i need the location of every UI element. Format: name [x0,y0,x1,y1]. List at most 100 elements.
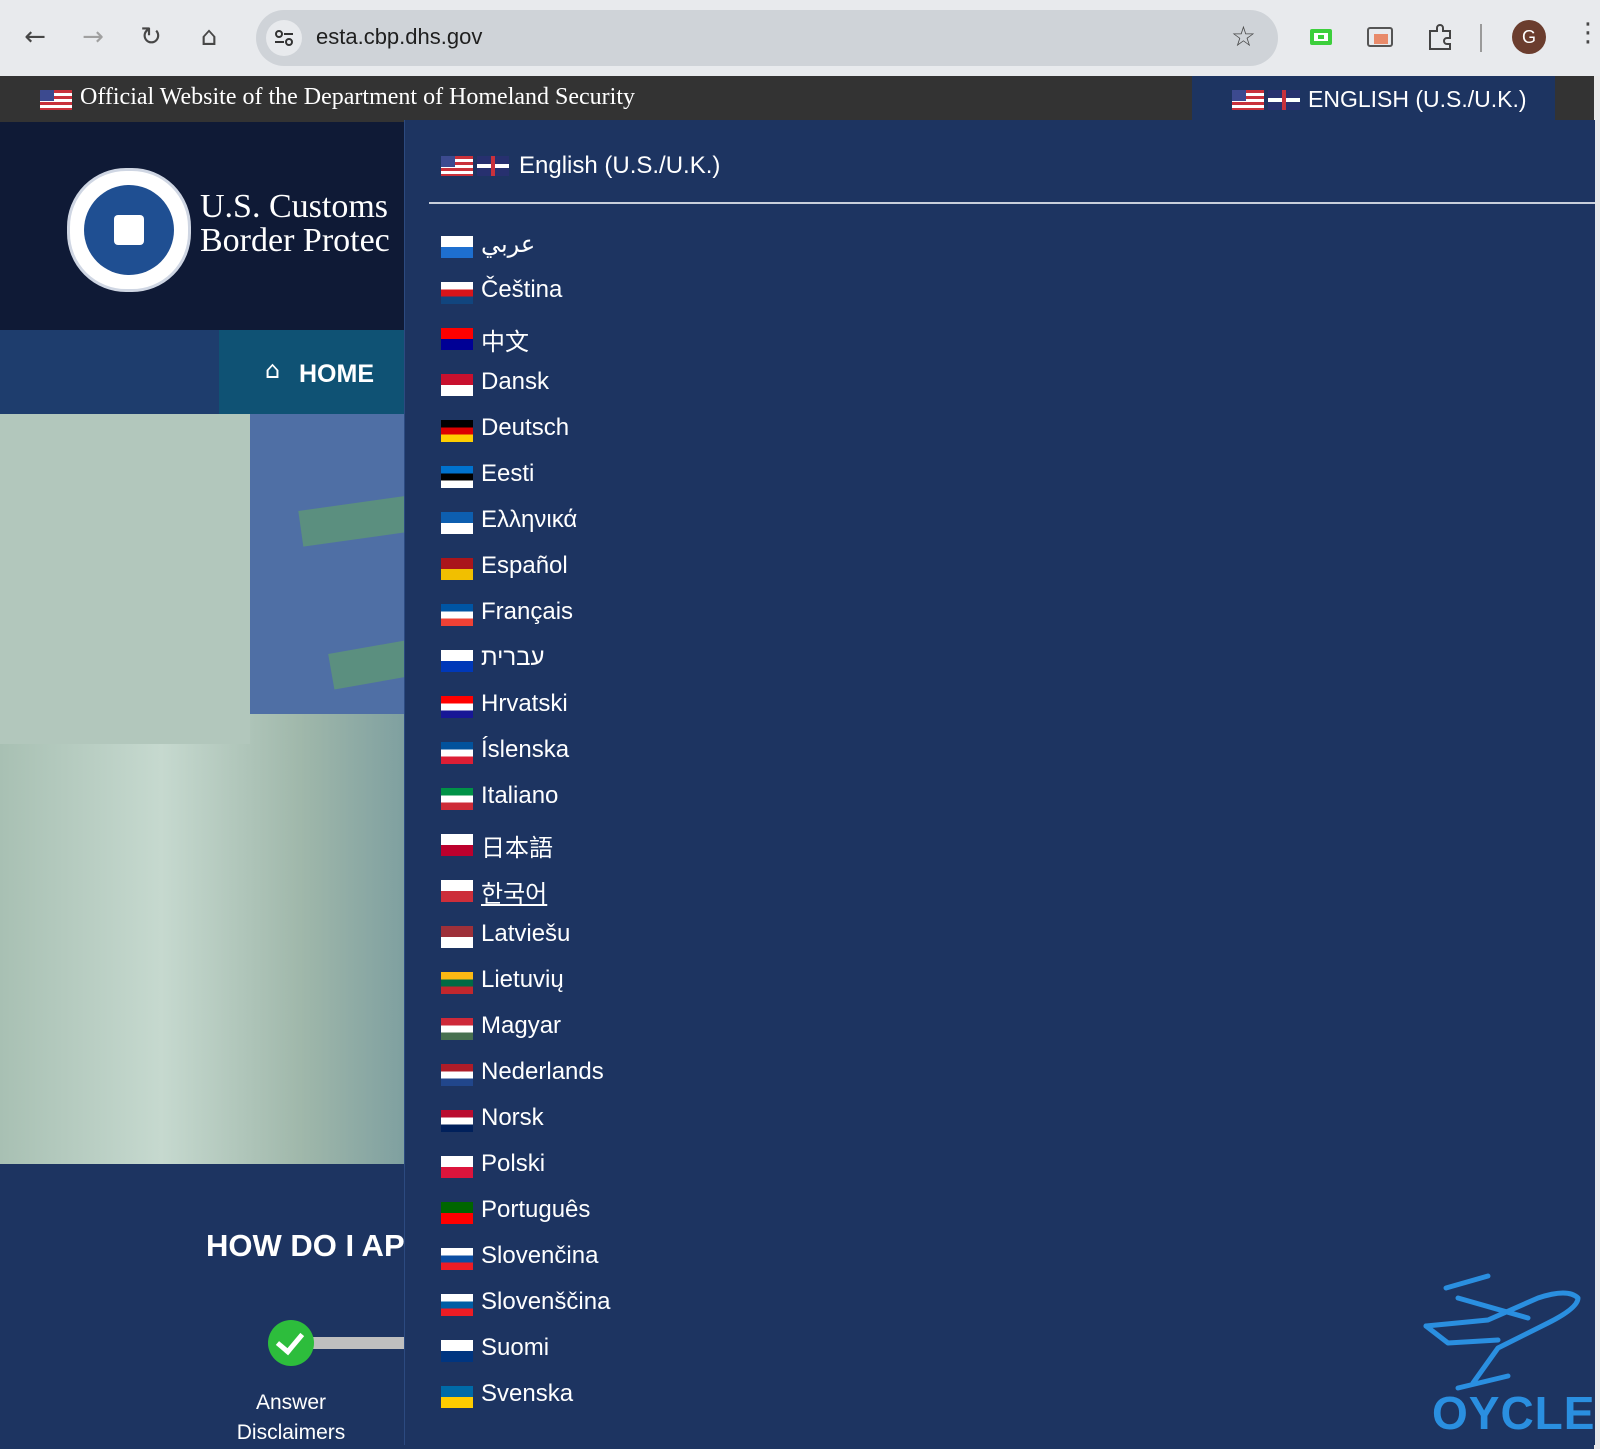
language-option-label[interactable]: Deutsch [481,414,569,442]
language-option[interactable]: Eesti [441,458,841,498]
us-flag-icon [441,156,473,176]
country-flag-icon [441,926,473,948]
back-icon[interactable]: ← [18,20,52,54]
country-flag-icon [441,328,473,350]
bookmark-star-icon[interactable]: ☆ [1231,20,1256,53]
address-bar[interactable]: esta.cbp.dhs.gov ☆ [256,10,1278,66]
language-option[interactable]: Suomi [441,1332,841,1372]
language-option[interactable]: Magyar [441,1010,841,1050]
dhs-seal-logo[interactable] [67,168,191,292]
language-option[interactable]: Latviešu [441,918,841,958]
language-option-label[interactable]: Français [481,598,573,626]
country-flag-icon [441,420,473,442]
statue-of-liberty-hero-image [0,414,502,1164]
language-option-label[interactable]: Slovenčina [481,1242,598,1270]
language-option[interactable]: Português [441,1194,841,1234]
home-icon[interactable]: ⌂ [192,20,226,54]
dropdown-divider [429,202,1595,204]
language-option[interactable]: 中文 [441,320,841,360]
language-option[interactable]: Deutsch [441,412,841,452]
step-answer-disclaimers[interactable]: Answer Disclaimers [218,1388,364,1448]
profile-avatar[interactable]: G [1512,20,1546,54]
language-option[interactable]: Slovenčina [441,1240,841,1280]
nav-home-tab[interactable]: ⌂ HOME [219,330,404,414]
language-option[interactable]: 한국어 [441,872,841,912]
language-option[interactable]: Español [441,550,841,590]
language-option-label[interactable]: عربي [481,230,535,259]
language-option-label[interactable]: Ελληνικά [481,506,577,534]
language-option[interactable]: Dansk [441,366,841,406]
toolbar-divider [1480,24,1482,52]
language-option-label[interactable]: Eesti [481,460,534,488]
puzzle-icon[interactable] [1425,22,1455,52]
language-option-label[interactable]: עברית [481,644,544,672]
language-option-label[interactable]: 한국어 [481,874,547,909]
language-option-label[interactable]: Nederlands [481,1058,604,1086]
language-option-label[interactable]: 日本語 [481,828,553,863]
language-option-label[interactable]: Español [481,552,568,580]
country-flag-icon [441,236,473,258]
country-flag-icon [441,788,473,810]
uk-flag-icon [1268,90,1300,110]
country-flag-icon [441,1156,473,1178]
current-language-label[interactable]: English (U.S./U.K.) [519,152,720,180]
language-option-label[interactable]: Português [481,1196,590,1224]
language-option[interactable]: Svenska [441,1378,841,1418]
us-flag-icon [1232,90,1264,110]
country-flag-icon [441,374,473,396]
agency-name[interactable]: U.S. Customs Border Protec [200,190,390,258]
language-toggle-button[interactable]: ENGLISH (U.S./U.K.) [1192,76,1555,122]
language-option[interactable]: Italiano [441,780,841,820]
country-flag-icon [441,466,473,488]
extension-icon[interactable] [1306,22,1336,52]
cast-icon[interactable] [1365,22,1395,52]
reload-icon[interactable]: ↻ [134,20,168,54]
language-option[interactable]: Polski [441,1148,841,1188]
language-option[interactable]: Slovenščina [441,1286,841,1326]
language-toggle-label[interactable]: ENGLISH (U.S./U.K.) [1308,86,1527,113]
language-option[interactable]: Íslenska [441,734,841,774]
language-option-label[interactable]: Norsk [481,1104,544,1132]
language-option[interactable]: Français [441,596,841,636]
country-flag-icon [441,1018,473,1040]
language-option-label[interactable]: Lietuvių [481,966,564,994]
language-option[interactable]: 日本語 [441,826,841,866]
language-option[interactable]: عربي [441,228,841,268]
nav-home-label[interactable]: HOME [299,360,374,389]
hero-statue-arm [0,414,250,744]
country-flag-icon [441,1064,473,1086]
step-complete-check-icon [268,1320,314,1366]
uk-flag-icon [477,156,509,176]
site-settings-icon[interactable] [266,20,302,56]
language-option[interactable]: Norsk [441,1102,841,1142]
language-option-label[interactable]: 中文 [481,322,529,357]
country-flag-icon [441,1340,473,1362]
country-flag-icon [441,1248,473,1270]
us-flag-icon [40,90,72,110]
language-option-label[interactable]: Magyar [481,1012,561,1040]
country-flag-icon [441,512,473,534]
language-option[interactable]: Lietuvių [441,964,841,1004]
language-option-label[interactable]: Slovenščina [481,1288,610,1316]
language-option-label[interactable]: Hrvatski [481,690,568,718]
language-option-label[interactable]: Suomi [481,1334,549,1362]
kebab-icon[interactable]: ⋮ [1575,18,1600,48]
language-option[interactable]: Čeština [441,274,841,314]
forward-icon[interactable]: → [76,20,110,54]
language-option[interactable]: Nederlands [441,1056,841,1096]
language-option-label[interactable]: Italiano [481,782,558,810]
language-option-label[interactable]: Polski [481,1150,545,1178]
country-flag-icon [441,972,473,994]
language-option[interactable]: Ελληνικά [441,504,841,544]
language-option[interactable]: עברית [441,642,841,682]
language-option-label[interactable]: Čeština [481,276,562,304]
language-option-label[interactable]: Svenska [481,1380,573,1408]
country-flag-icon [441,1202,473,1224]
language-option-label[interactable]: Latviešu [481,920,570,948]
oycle-watermark-logo: OYCLE [1418,1268,1594,1439]
language-option-label[interactable]: Íslenska [481,736,569,764]
browser-toolbar: ← → ↻ ⌂ esta.cbp.dhs.gov ☆ G ⋮ [0,0,1600,76]
language-option-label[interactable]: Dansk [481,368,549,396]
language-option[interactable]: Hrvatski [441,688,841,728]
url-text[interactable]: esta.cbp.dhs.gov [316,24,482,50]
